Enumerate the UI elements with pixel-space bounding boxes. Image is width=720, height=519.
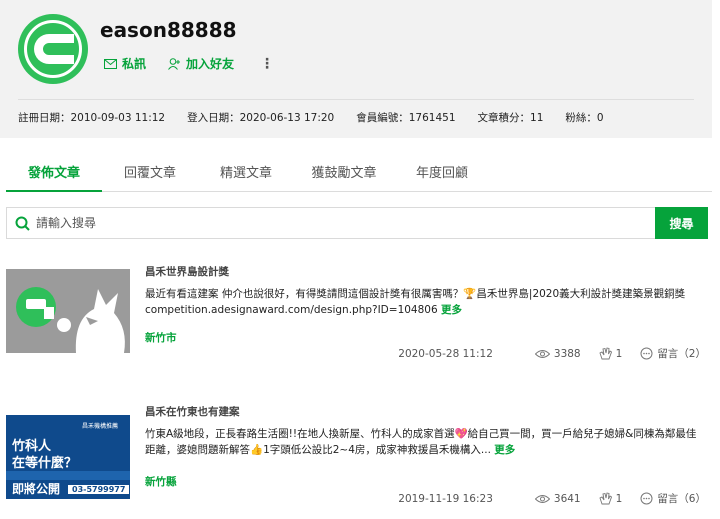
views-value: 3388 xyxy=(553,347,581,360)
register-date: 註冊日期：2010-09-03 11:12 xyxy=(18,112,166,124)
tab-annual-review[interactable]: 年度回顧 xyxy=(394,158,490,191)
comments-value: 留言（2） xyxy=(657,348,706,360)
more-options-icon[interactable]: ⋮ xyxy=(260,56,274,72)
comment-icon xyxy=(640,347,653,360)
avatar[interactable] xyxy=(18,14,88,84)
article-points: 文章積分：11 xyxy=(477,112,544,124)
post-thumbnail[interactable] xyxy=(6,269,130,353)
likes-value: 1 xyxy=(615,492,623,505)
post-body[interactable]: 最近有看這建案 仲介也說很好，有得獎請問這個設計獎有很厲害嗎？🏆昌禾世界島|20… xyxy=(145,286,705,318)
profile-actions: 私訊 加入好友 ⋮ xyxy=(104,55,274,72)
comments-link[interactable]: 留言（2） xyxy=(640,346,706,361)
avatar-letter-c xyxy=(34,34,74,64)
post-category[interactable]: 昌禾世界島設計獎 xyxy=(145,264,229,279)
clap-icon xyxy=(599,347,612,360)
search-icon xyxy=(15,216,30,231)
thumb-phone: 03-5799977 xyxy=(68,485,130,494)
profile-stats: 註冊日期：2010-09-03 11:12 登入日期：2020-06-13 17… xyxy=(18,110,626,125)
thumb-coming-soon: 即將公開 xyxy=(12,482,61,496)
profile-divider xyxy=(18,99,694,100)
search-input[interactable] xyxy=(30,208,655,238)
tab-published[interactable]: 發佈文章 xyxy=(6,158,102,192)
message-label: 私訊 xyxy=(122,57,147,71)
views-count: 3641 xyxy=(534,492,581,505)
eye-icon xyxy=(534,494,550,503)
post-date: 2020-05-28 11:12 xyxy=(398,347,493,360)
like-button[interactable]: 1 xyxy=(599,492,623,505)
tab-replies[interactable]: 回覆文章 xyxy=(102,158,198,191)
post-body-text: 竹東A級地段，正長春路生活圈!!在地人換新屋、竹科人的成家首選💖給自己買一間，買… xyxy=(145,428,697,456)
thumb-band xyxy=(6,471,130,480)
tab-encouraged[interactable]: 獲鼓勵文章 xyxy=(294,158,394,191)
views-count: 3388 xyxy=(534,347,581,360)
thumb-logo: 昌禾機構推薦 xyxy=(82,423,119,430)
post-location[interactable]: 新竹縣 xyxy=(145,474,177,489)
post-date: 2019-11-19 16:23 xyxy=(398,492,493,505)
profile-header: eason88888 私訊 加入好友 ⋮ 註冊日期：2010-09-03 11:… xyxy=(0,0,712,138)
post-category[interactable]: 昌禾在竹東也有建案 xyxy=(145,404,240,419)
message-button[interactable]: 私訊 xyxy=(104,55,146,72)
post-location[interactable]: 新竹市 xyxy=(145,330,177,345)
member-id: 會員編號：1761451 xyxy=(356,112,456,124)
clap-icon xyxy=(599,492,612,505)
username: eason88888 xyxy=(100,18,237,42)
comments-value: 留言（6） xyxy=(657,493,706,505)
thumb-headline-2: 在等什麼？ xyxy=(12,456,78,471)
add-user-icon xyxy=(168,57,181,70)
tab-featured[interactable]: 精選文章 xyxy=(198,158,294,191)
tab-bar: 發佈文章 回覆文章 精選文章 獲鼓勵文章 年度回顧 xyxy=(6,158,712,192)
placeholder-illustration xyxy=(16,287,125,353)
fans-count: 粉絲：0 xyxy=(565,112,604,124)
post-thumbnail[interactable]: 昌禾機構推薦 竹科人 在等什麼？ 即將公開 03-5799977 xyxy=(6,415,130,499)
login-date: 登入日期：2020-06-13 17:20 xyxy=(187,112,335,124)
post-body[interactable]: 竹東A級地段，正長春路生活圈!!在地人換新屋、竹科人的成家首選💖給自己買一間，買… xyxy=(145,426,705,458)
post-body-text: 最近有看這建案 仲介也說很好，有得獎請問這個設計獎有很厲害嗎？🏆昌禾世界島|20… xyxy=(145,288,686,316)
add-friend-button[interactable]: 加入好友 xyxy=(168,55,234,72)
mail-icon xyxy=(104,58,117,69)
eye-icon xyxy=(534,349,550,358)
views-value: 3641 xyxy=(553,492,581,505)
search-bar: 搜尋 xyxy=(6,207,708,239)
more-link[interactable]: 更多 xyxy=(441,304,462,316)
like-button[interactable]: 1 xyxy=(599,347,623,360)
post-meta: 2019-11-19 16:23 3641 1 留言（6） xyxy=(398,491,706,506)
comment-icon xyxy=(640,492,653,505)
likes-value: 1 xyxy=(615,347,623,360)
add-friend-label: 加入好友 xyxy=(186,57,235,71)
more-link[interactable]: 更多 xyxy=(494,444,515,456)
post-meta: 2020-05-28 11:12 3388 1 留言（2） xyxy=(398,346,706,361)
comments-link[interactable]: 留言（6） xyxy=(640,491,706,506)
search-button[interactable]: 搜尋 xyxy=(655,207,708,239)
